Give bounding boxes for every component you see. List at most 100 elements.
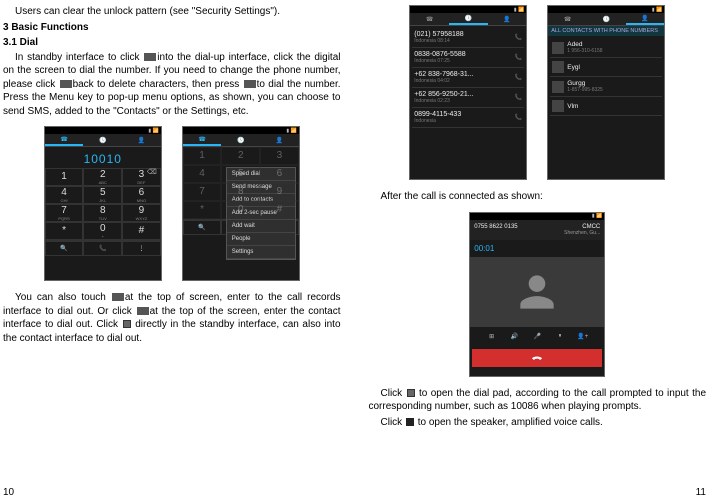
call-button-icon[interactable]: 📞 [83,241,122,256]
tab-dial-icon[interactable]: ☎ [548,13,587,25]
avatar-icon [552,81,564,93]
dial-para-2: You can also touch at the top of screen,… [3,291,341,345]
tab-bar: ☎ 🕓 👤 [45,134,161,147]
contacts-tab-icon [137,307,149,315]
log-contacts-row: ▮ 📶 ☎ 🕓 👤 (021) 57958188Indonesia 08:14📞… [369,5,707,180]
dialpad-icon[interactable]: ⊞ [486,331,498,343]
hangup-button[interactable] [472,349,602,367]
clear-icon[interactable]: ⌫ [147,168,157,176]
tab-bar: ☎ 🕓 👤 [183,134,299,147]
dialer-menu-screenshot: ▮ 📶 ☎ 🕓 👤 Speed dial Send message Add to… [182,126,300,281]
key-5[interactable]: 5JKL [83,186,122,204]
heading-basic: 3 Basic Functions [3,21,341,35]
contacts-header: ALL CONTACTS WITH PHONE NUMBERS [548,26,664,36]
status-bar: ▮ 📶 [45,127,161,134]
log-entry[interactable]: +62 838-7968-31...Indonesia 04:02📞 [412,68,524,88]
hold-icon[interactable]: ⏸ [554,331,566,343]
avatar-icon [552,42,564,54]
call-icon[interactable]: 📞 [515,114,522,121]
call-timer: 00:01 [470,240,604,257]
tab-contacts-icon[interactable]: 👤 [488,13,527,25]
key-2[interactable]: 2ABC [83,168,122,186]
key-9[interactable]: 9WXYZ [122,204,161,222]
heading-dial: 3.1 Dial [3,36,341,50]
dial-para-1: In standby interface to click into the d… [3,51,341,119]
tab-recent-icon[interactable]: 🕓 [587,13,626,25]
log-entry[interactable]: 0838-0876-5588Indonesia 07:25📞 [412,48,524,68]
dial-icon [244,80,256,88]
key-8[interactable]: 8TUV [83,204,122,222]
tab-dial-icon[interactable]: ☎ [410,13,449,25]
page-number-right: 11 [696,487,706,498]
tab-dial-icon[interactable]: ☎ [183,134,222,146]
t3a: Click [381,388,403,399]
add-call-icon[interactable]: 👤+ [577,331,589,343]
avatar-icon [552,61,564,73]
speaker-icon[interactable]: 🔊 [508,331,520,343]
dialer-screenshot: ▮ 📶 ☎ 🕓 👤 10010 ⌫ 1 2ABC 3DEF 4GHI 5JKL … [44,126,162,281]
contacts-list: Aded1 956-310-6158 Eygl Gurgg1-857-995-8… [548,36,664,118]
tab-dial-icon[interactable]: ☎ [45,134,84,146]
tab-recent-icon[interactable]: 🕓 [83,134,122,146]
tab-contacts-icon[interactable]: 👤 [626,13,665,25]
log-entry[interactable]: 0899-4115-433Indonesia📞 [412,108,524,128]
log-entry[interactable]: +62 856-9250-21...Indonesia 02:23📞 [412,88,524,108]
menu-add-wait[interactable]: Add wait [227,220,295,233]
right-page: ▮ 📶 ☎ 🕓 👤 (021) 57958188Indonesia 08:14📞… [355,0,709,502]
search-icon[interactable]: 🔍 [45,241,84,256]
call-log-screenshot: ▮ 📶 ☎ 🕓 👤 (021) 57958188Indonesia 08:14📞… [409,5,527,180]
dial-action-row: 🔍 📞 ⋮ [45,240,161,256]
call-icon[interactable]: 📞 [515,94,522,101]
caller-avatar [470,257,604,327]
tab-contacts-icon[interactable]: 👤 [122,134,161,146]
key-hash[interactable]: # [122,222,161,240]
dialed-number: 10010 [45,147,161,168]
mute-icon[interactable]: 🎤 [531,331,543,343]
call-icon[interactable]: 📞 [515,54,522,61]
status-bar: ▮ 📶 [183,127,299,134]
incall-actions: ⊞ 🔊 🎤 ⏸ 👤+ [470,327,604,347]
tab-recent-icon[interactable]: 🕓 [221,134,260,146]
key-1[interactable]: 1 [45,168,84,186]
left-page: Users can clear the unlock pattern (see … [0,0,355,502]
menu-people[interactable]: People [227,233,295,246]
key-7[interactable]: 7PQRS [45,204,84,222]
dial-screenshots-row: ▮ 📶 ☎ 🕓 👤 10010 ⌫ 1 2ABC 3DEF 4GHI 5JKL … [3,126,341,281]
t1c: back to delete characters, then press [73,79,240,90]
incall-header: 0755 8622 0135 CMCCShenzhen, Gu... [470,220,604,240]
contact-entry[interactable]: Aded1 956-310-6158 [550,38,662,58]
call-icon[interactable]: 📞 [515,74,522,81]
backspace-icon [60,80,72,88]
key-star[interactable]: * [45,222,84,240]
tab-contacts-icon[interactable]: 👤 [260,134,299,146]
incall-number: 0755 8622 0135 [474,224,517,236]
call-icon[interactable]: 📞 [515,34,522,41]
t4a: Click [381,417,403,428]
keypad: 1 2ABC 3DEF 4GHI 5JKL 6MNO 7PQRS 8TUV 9W… [45,168,161,240]
incall-city: Shenzhen, Gu... [564,230,600,236]
key-0[interactable]: 0+ [83,222,122,240]
t4b: to open the speaker, amplified voice cal… [415,417,603,428]
key-6[interactable]: 6MNO [122,186,161,204]
dialpad-open-para: Click to open the dial pad, according to… [369,387,707,414]
recent-tab-icon [112,293,124,301]
intro-text: Users can clear the unlock pattern (see … [3,5,341,19]
tab-recent-icon[interactable]: 🕓 [449,13,488,25]
speaker-icon [406,418,414,426]
contacts-app-icon [123,320,131,328]
t1a: In standby interface to click [15,52,140,63]
contact-entry[interactable]: Vlm [550,97,662,116]
more-icon[interactable]: ⋮ [122,241,161,256]
key-4[interactable]: 4GHI [45,186,84,204]
dialpad-icon [407,389,415,397]
incall-screenshot: ▮ 📶 0755 8622 0135 CMCCShenzhen, Gu... 0… [469,212,605,377]
t2a: You can also touch [15,292,106,303]
t3b: to open the dial pad, according to the c… [369,388,707,413]
speaker-open-para: Click to open the speaker, amplified voi… [369,416,707,430]
call-log-list: (021) 57958188Indonesia 08:14📞 0838-0876… [410,26,526,130]
contact-entry[interactable]: Eygl [550,58,662,77]
phone-icon [144,53,156,61]
contact-entry[interactable]: Gurgg1-857-995-8325 [550,77,662,97]
log-entry[interactable]: (021) 57958188Indonesia 08:14📞 [412,28,524,48]
menu-settings[interactable]: Settings [227,246,295,259]
